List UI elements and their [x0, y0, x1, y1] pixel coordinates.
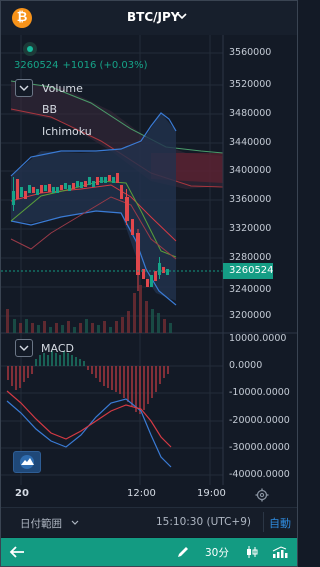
macd-histogram [7, 351, 169, 414]
volume-bars [6, 285, 172, 333]
price-axis-label: 3560000 [229, 47, 272, 58]
macd-axis-label: 0.0000 [229, 360, 263, 371]
macd-axis-label: -20000.0000 [229, 415, 290, 426]
macd-axis-label: -40000.0000 [229, 469, 290, 480]
price-change: +1016 (+0.03%) [62, 60, 148, 71]
indicator-ichimoku[interactable]: Ichimoku [42, 125, 92, 138]
draw-pen-icon[interactable] [176, 545, 190, 559]
mountain-chart-icon [20, 455, 34, 469]
chevron-down-icon [19, 345, 29, 351]
date-range-button[interactable]: 日付範囲 [20, 516, 62, 531]
price-axis-label: 3400000 [229, 165, 272, 176]
gear-icon[interactable] [255, 488, 269, 502]
time-axis-label: 19:00 [197, 488, 226, 499]
divider [263, 512, 264, 532]
footer-toolbar: 30分 [1, 538, 297, 566]
time-axis-label: 20 [15, 488, 29, 499]
indicator-toggle-button[interactable] [15, 79, 33, 97]
indicator-chart-icon[interactable] [272, 545, 288, 559]
app-window: ₿ BTC/JPY 3260524 +1016 (+0.03%) Volume … [0, 0, 298, 567]
price-axis-label: 3520000 [229, 79, 272, 90]
header: ₿ BTC/JPY [1, 1, 297, 35]
chevron-down-icon [19, 85, 29, 91]
indicator-volume[interactable]: Volume [42, 82, 83, 95]
price-axis-label: 3280000 [229, 252, 272, 263]
candlestick-icon[interactable] [245, 545, 259, 559]
time-axis: 20 12:00 19:00 [1, 485, 297, 505]
bitcoin-icon[interactable]: ₿ [12, 8, 32, 28]
auto-scale-button[interactable]: 自動 [269, 515, 291, 531]
indicator-bb[interactable]: BB [42, 103, 57, 116]
price-axis-label: 3440000 [229, 137, 272, 148]
pair-selector[interactable]: BTC/JPY [127, 10, 179, 24]
price-axis-label: 3480000 [229, 108, 272, 119]
range-bar: 日付範囲 15:10:30 (UTC+9) 自動 [1, 507, 297, 537]
current-price-tag: 3260524 [223, 263, 274, 279]
drawing-tools-button[interactable] [13, 451, 41, 473]
price-axis-label: 3360000 [229, 194, 272, 205]
ticker: 3260524 +1016 (+0.03%) [14, 60, 148, 71]
macd-axis-label: -10000.0000 [229, 387, 290, 398]
clock-display: 15:10:30 (UTC+9) [156, 516, 251, 528]
macd-signal-line [6, 390, 172, 448]
macd-axis-label: -30000.0000 [229, 442, 290, 453]
interval-selector[interactable]: 30分 [205, 545, 229, 560]
price-axis-label: 3320000 [229, 223, 272, 234]
macd-toggle-button[interactable] [15, 339, 33, 357]
chevron-down-icon[interactable] [71, 520, 79, 526]
live-status-icon [23, 42, 37, 56]
macd-axis-label: 10000.0000 [229, 333, 287, 344]
back-arrow-icon[interactable] [9, 545, 25, 559]
chevron-down-icon[interactable] [177, 12, 187, 20]
price-axis-label: 3240000 [229, 284, 272, 295]
macd-label[interactable]: MACD [41, 342, 74, 355]
time-axis-label: 12:00 [127, 488, 156, 499]
current-price: 3260524 [14, 60, 59, 71]
price-axis-label: 3200000 [229, 310, 272, 321]
